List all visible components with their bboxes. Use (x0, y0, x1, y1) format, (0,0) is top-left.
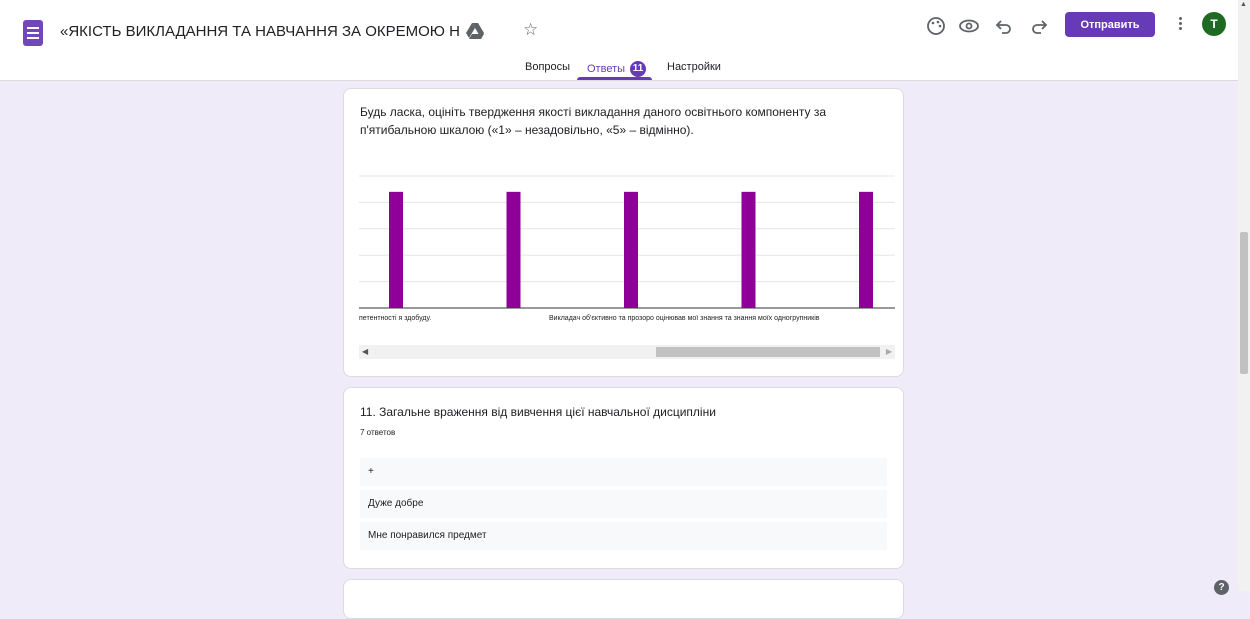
help-icon[interactable]: ? (1214, 580, 1229, 595)
chart-bar (389, 191, 403, 308)
scroll-left-arrow-icon[interactable]: ◀ (362, 347, 368, 356)
list-item: + (360, 458, 887, 486)
chart-bar (741, 191, 756, 308)
responses-count-badge: 11 (630, 61, 647, 77)
eye-icon[interactable] (957, 14, 981, 38)
document-title[interactable]: «ЯКІСТЬ ВИКЛАДАННЯ ТА НАВЧАННЯ ЗА ОКРЕМО… (60, 23, 460, 40)
avatar[interactable]: T (1202, 12, 1226, 36)
chart-bar (506, 191, 521, 308)
question-card-next (343, 579, 904, 619)
chart-bar (624, 191, 638, 308)
tab-questions[interactable]: Вопросы (525, 61, 570, 73)
response-count: 7 ответов (360, 428, 396, 437)
forms-logo-icon[interactable] (23, 20, 43, 46)
undo-icon[interactable] (992, 14, 1016, 38)
bar-chart: петентності я здобуду. Викладач об'єктив… (359, 175, 895, 322)
question-card-rating: Будь ласка, оцініть твердження якості ви… (343, 88, 904, 377)
page-vertical-scrollbar[interactable]: ▲ (1238, 0, 1250, 591)
question-title: 11. Загальне враження від вивчення цієї … (360, 405, 716, 419)
scroll-thumb[interactable] (656, 347, 880, 357)
chart-horizontal-scrollbar[interactable]: ◀ ▶ (359, 345, 895, 359)
x-label-left: петентності я здобуду. (359, 314, 431, 322)
list-item: Дуже добре (360, 490, 887, 518)
redo-icon[interactable] (1027, 14, 1051, 38)
chart-bar (859, 191, 873, 308)
scroll-up-arrow-icon[interactable]: ▲ (1240, 1, 1247, 8)
tab-responses[interactable]: Ответы 11 (587, 61, 647, 77)
active-tab-indicator (577, 77, 652, 80)
list-item: Мне понравился предмет (360, 522, 887, 550)
star-icon[interactable]: ☆ (523, 20, 538, 40)
top-bar: «ЯКІСТЬ ВИКЛАДАННЯ ТА НАВЧАННЯ ЗА ОКРЕМО… (0, 0, 1250, 81)
tab-responses-label: Ответы (587, 62, 626, 75)
scroll-right-arrow-icon[interactable]: ▶ (886, 347, 892, 356)
tab-settings[interactable]: Настройки (667, 61, 721, 73)
vertical-scroll-thumb[interactable] (1240, 232, 1248, 374)
question-card-impression: 11. Загальне враження від вивчення цієї … (343, 387, 904, 569)
drive-icon[interactable] (466, 23, 484, 39)
send-button[interactable]: Отправить (1065, 12, 1155, 37)
palette-icon[interactable] (924, 14, 948, 38)
x-label-right: Викладач об'єктивно та прозоро оцінював … (549, 314, 820, 322)
question-title: Будь ласка, оцініть твердження якості ви… (360, 105, 827, 137)
more-vert-icon[interactable] (1173, 15, 1187, 35)
